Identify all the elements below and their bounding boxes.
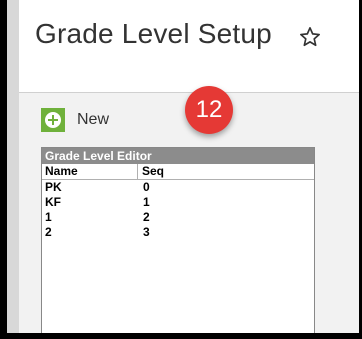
grade-level-editor: Grade Level Editor Name Seq PK 0 KF 1 1 … <box>41 147 315 333</box>
cell-seq: 0 <box>143 180 150 194</box>
table-row[interactable]: 1 2 <box>42 210 314 225</box>
add-icon <box>41 108 65 132</box>
cell-name: KF <box>45 195 61 209</box>
left-nav-strip <box>7 0 19 333</box>
table-row[interactable]: KF 1 <box>42 195 314 210</box>
step-number-badge: 12 <box>185 86 233 134</box>
cell-seq: 2 <box>143 210 150 224</box>
cell-name: 2 <box>45 225 52 239</box>
column-header-seq[interactable]: Seq <box>138 164 164 179</box>
page-title: Grade Level Setup <box>35 18 272 49</box>
table-row[interactable]: PK 0 <box>42 180 314 195</box>
main-content: Grade Level Setup New Grade Level Editor… <box>19 0 359 333</box>
cell-name: PK <box>45 180 62 194</box>
column-header-name[interactable]: Name <box>42 164 138 179</box>
new-button[interactable]: New <box>41 107 109 133</box>
cell-seq: 1 <box>143 195 150 209</box>
star-icon[interactable] <box>299 26 321 48</box>
column-header-row: Name Seq <box>42 164 314 180</box>
editor-title: Grade Level Editor <box>42 148 314 164</box>
new-button-label: New <box>77 111 110 128</box>
cell-name: 1 <box>45 210 52 224</box>
cell-seq: 3 <box>143 225 150 239</box>
table-row[interactable]: 2 3 <box>42 225 314 240</box>
page-header: Grade Level Setup <box>19 0 359 93</box>
